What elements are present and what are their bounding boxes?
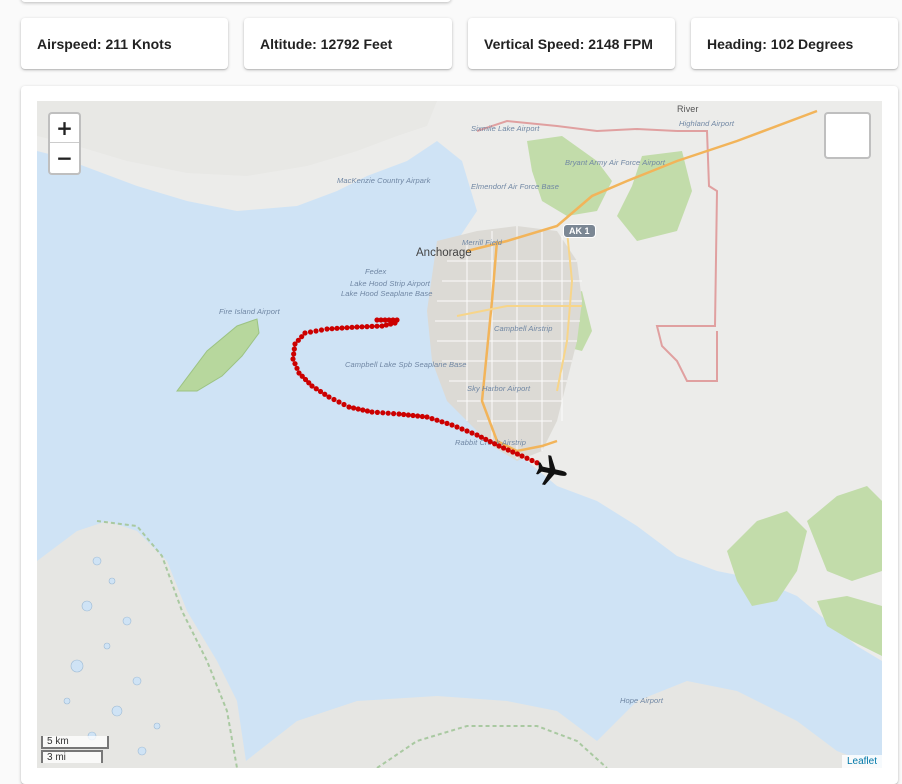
- track-point: [410, 412, 416, 419]
- track-point: [364, 408, 370, 414]
- track-point: [401, 411, 407, 418]
- altitude-value: Altitude: 12792 Feet: [260, 35, 393, 52]
- track-point: [329, 326, 335, 332]
- track-point: [501, 445, 507, 451]
- track-point: [291, 346, 297, 352]
- track-point: [331, 396, 337, 403]
- flight-track: [290, 317, 570, 489]
- track-point: [394, 317, 400, 323]
- track-point: [318, 327, 325, 333]
- airspeed-value: Airspeed: 211 Knots: [37, 35, 172, 52]
- track-point: [326, 394, 332, 400]
- track-point: [464, 428, 470, 434]
- track-point: [454, 424, 460, 430]
- track-point: [391, 411, 397, 417]
- altitude-card: Altitude: 12792 Feet: [244, 18, 452, 69]
- zoom-out-button[interactable]: −: [50, 143, 79, 172]
- track-point: [396, 411, 402, 417]
- track-point: [313, 386, 319, 392]
- track-point: [380, 410, 386, 416]
- vertical-speed-card: Vertical Speed: 2148 FPM: [468, 18, 675, 69]
- track-point: [424, 414, 430, 420]
- track-point: [505, 447, 511, 453]
- track-point: [383, 322, 389, 328]
- flight-map[interactable]: Sixmile Lake Airport Highland Airport Ri…: [37, 101, 882, 768]
- scale-bar: 5 km 3 mi: [41, 736, 109, 763]
- track-point: [349, 324, 355, 330]
- track-point: [379, 323, 385, 329]
- top-card-edge: [21, 0, 451, 2]
- track-point: [344, 325, 350, 331]
- track-point: [291, 351, 297, 357]
- track-point: [444, 420, 450, 426]
- scale-km: 5 km: [41, 736, 109, 749]
- track-point: [355, 406, 361, 412]
- scale-mi: 3 mi: [41, 750, 103, 763]
- track-point: [519, 453, 525, 459]
- track-point: [405, 412, 411, 418]
- heading-card: Heading: 102 Degrees: [691, 18, 898, 69]
- track-point: [359, 324, 365, 330]
- track-point: [510, 449, 516, 455]
- track-point: [374, 409, 380, 415]
- track-point: [514, 451, 520, 457]
- track-point: [369, 409, 375, 415]
- track-point: [292, 341, 298, 347]
- track-point: [334, 325, 340, 331]
- track-point: [360, 407, 366, 413]
- vertical-speed-value: Vertical Speed: 2148 FPM: [484, 35, 653, 52]
- track-point: [292, 361, 298, 367]
- track-point: [369, 323, 375, 329]
- track-point: [290, 356, 296, 362]
- track-point: [459, 426, 465, 432]
- zoom-control: + −: [48, 112, 81, 175]
- layers-control-button[interactable]: [824, 112, 871, 159]
- track-point: [322, 391, 328, 397]
- track-point: [449, 422, 455, 428]
- track-point: [474, 432, 480, 438]
- track-point: [478, 434, 484, 440]
- track-point: [339, 325, 345, 331]
- track-point: [487, 439, 493, 445]
- track-point: [385, 410, 391, 416]
- track-point: [496, 443, 502, 449]
- track-point: [419, 413, 425, 420]
- track-point: [354, 324, 360, 330]
- track-point: [415, 413, 421, 419]
- track-point: [341, 401, 347, 408]
- track-point: [309, 383, 315, 389]
- track-point: [336, 399, 342, 405]
- track-point: [317, 388, 324, 395]
- track-point: [529, 457, 535, 464]
- track-point: [434, 417, 440, 423]
- airspeed-card: Airspeed: 211 Knots: [21, 18, 228, 69]
- track-point: [374, 323, 380, 329]
- zoom-in-button[interactable]: +: [50, 114, 79, 143]
- track-point: [307, 329, 314, 335]
- track-point: [469, 430, 475, 436]
- track-point: [429, 416, 435, 422]
- track-point: [364, 324, 370, 330]
- heading-value: Heading: 102 Degrees: [707, 35, 854, 52]
- track-point: [324, 326, 330, 332]
- airplane-icon[interactable]: [534, 453, 570, 489]
- track-point: [483, 436, 489, 442]
- track-point: [351, 405, 357, 411]
- leaflet-attribution-link[interactable]: Leaflet: [841, 755, 882, 768]
- track-point: [313, 328, 319, 334]
- track-point: [492, 441, 498, 447]
- track-point: [346, 404, 352, 410]
- track-point: [439, 419, 445, 425]
- track-point: [294, 365, 300, 371]
- track-point: [524, 455, 530, 461]
